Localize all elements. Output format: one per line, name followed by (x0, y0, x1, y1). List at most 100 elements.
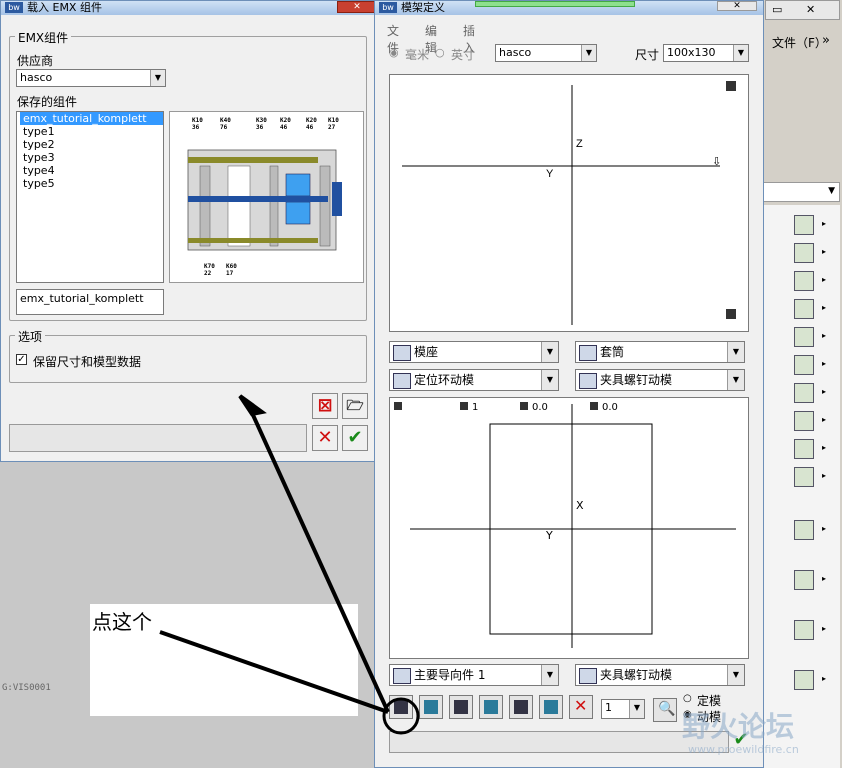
tool-button[interactable] (794, 355, 814, 375)
top-view-canvas[interactable]: Z Y ⇩ (389, 74, 749, 332)
expand-arrow-icon[interactable]: ▸ (822, 471, 826, 480)
mold-supplier-select[interactable]: hasco ▼ (495, 44, 597, 62)
component-select[interactable]: 主要导向件 1 ▼ (389, 664, 559, 686)
component-select[interactable]: 夹具螺钉动模 ▼ (575, 664, 745, 686)
list-button[interactable] (449, 695, 473, 719)
expand-arrow-icon[interactable]: ▸ (822, 674, 826, 683)
watermark: 野火论坛 www.proewildfire.cn (638, 705, 838, 767)
delete-component-button[interactable]: ⊠ (312, 393, 338, 419)
expand-arrow-icon[interactable]: ▸ (822, 524, 826, 533)
window-controls: ▭ ✕ (765, 0, 840, 20)
open-folder-button[interactable]: 🗁 (342, 393, 368, 419)
fixed-half-radio[interactable]: ○ (683, 693, 692, 704)
expand-arrow-icon[interactable]: ▸ (822, 359, 826, 368)
component-icon (393, 668, 411, 684)
component-select-value: 模座 (414, 345, 439, 359)
list-icon (454, 700, 468, 714)
expand-arrow-icon[interactable]: ▸ (822, 219, 826, 228)
file-menu[interactable]: 文件（F） (772, 34, 827, 51)
expand-arrow-icon[interactable]: ▸ (822, 443, 826, 452)
watermark-text: 野火论坛 (682, 710, 795, 743)
emx-titlebar[interactable]: bw 载入 EMX 组件 (1, 1, 381, 15)
preview-label: K60 (226, 263, 237, 270)
grid-button[interactable] (509, 695, 533, 719)
expand-arrow-icon[interactable]: ▸ (822, 574, 826, 583)
arrow-down-icon: ⇩ (712, 155, 721, 168)
size-value: 100x130 (667, 46, 716, 59)
tool-button[interactable] (794, 467, 814, 487)
component-select-value: 夹具螺钉动模 (600, 373, 673, 387)
tool-button[interactable] (794, 271, 814, 291)
stack-button[interactable] (539, 695, 563, 719)
chevron-right-icon[interactable]: » (822, 33, 830, 48)
expand-arrow-icon[interactable]: ▸ (822, 303, 826, 312)
component-name-field[interactable]: emx_tutorial_komplett (16, 289, 164, 315)
tool-button[interactable] (794, 520, 814, 540)
list-item[interactable]: type5 (20, 177, 163, 190)
expand-arrow-icon[interactable]: ▸ (822, 331, 826, 340)
component-select-value: 套筒 (600, 345, 625, 359)
chevron-down-icon: ▼ (727, 342, 744, 362)
tool-button[interactable] (794, 383, 814, 403)
expand-arrow-icon[interactable]: ▸ (822, 275, 826, 284)
mold-supplier-value: hasco (499, 46, 532, 59)
component-icon (579, 668, 597, 684)
supplier-label: 供应商 (17, 54, 54, 68)
supplier-select[interactable]: hasco ▼ (16, 69, 166, 87)
expand-arrow-icon[interactable]: ▸ (822, 387, 826, 396)
preview-label: 46 (280, 124, 288, 131)
tool-button[interactable] (794, 570, 814, 590)
size-select[interactable]: 100x130 ▼ (663, 44, 749, 62)
list-item[interactable]: type4 (20, 164, 163, 177)
tool-button[interactable] (794, 620, 814, 640)
expand-arrow-icon[interactable]: ▸ (822, 247, 826, 256)
tool-button[interactable] (794, 215, 814, 235)
list-item[interactable]: type3 (20, 151, 163, 164)
saved-list[interactable]: emx_tutorial_komplett type1 type2 type3 type… (16, 111, 164, 283)
tool-button[interactable] (794, 327, 814, 347)
supplier-value: hasco (20, 71, 53, 84)
tool-button[interactable] (794, 439, 814, 459)
delete-button[interactable]: ✕ (569, 695, 593, 719)
component-icon (579, 373, 597, 389)
offset-value: 0.0 (532, 402, 548, 413)
angle-icon (590, 402, 598, 410)
tool-button[interactable] (794, 243, 814, 263)
panel-dropdown[interactable]: ▼ (762, 182, 840, 202)
mold-preview-image: K1036K4076K3036K2046K2046K1027 K7022K601… (187, 117, 342, 277)
tool-button[interactable] (794, 670, 814, 690)
plate-button[interactable] (479, 695, 503, 719)
list-item[interactable]: type2 (20, 138, 163, 151)
expand-arrow-icon[interactable]: ▸ (822, 624, 826, 633)
component-select[interactable]: 定位环动模 ▼ (389, 369, 559, 391)
list-item[interactable]: type1 (20, 125, 163, 138)
tool-button[interactable] (794, 411, 814, 431)
y-axis-label: Y (546, 168, 554, 180)
open-file-button[interactable] (389, 695, 413, 719)
close-button[interactable]: ✕ (717, 1, 757, 11)
chevron-down-icon: ▼ (541, 342, 558, 362)
restore-icon[interactable]: ▭ (772, 3, 782, 16)
save-button[interactable] (419, 695, 443, 719)
close-button[interactable]: ✕ (337, 1, 377, 13)
app-icon: bw (5, 2, 23, 13)
side-view-canvas[interactable]: 1 0.0 0.0 X Y (389, 397, 749, 659)
unit-mm-radio[interactable]: ◉ (389, 46, 399, 59)
close-icon[interactable]: ✕ (806, 3, 815, 16)
component-select[interactable]: 模座 ▼ (389, 341, 559, 363)
x-axis-label: X (576, 499, 584, 512)
cancel-button[interactable]: ✕ (312, 425, 338, 451)
ok-button[interactable]: ✔ (342, 425, 368, 451)
unit-inch-radio[interactable]: ○ (435, 46, 445, 59)
emx-dialog: bw 载入 EMX 组件 ✕ EMX组件 供应商 hasco ▼ 保存的组件 em… (0, 0, 382, 462)
chevron-down-icon: ▼ (541, 370, 558, 390)
app-icon: bw (379, 2, 397, 13)
expand-arrow-icon[interactable]: ▸ (822, 415, 826, 424)
preview-label: K30 (256, 117, 267, 124)
component-select[interactable]: 套筒 ▼ (575, 341, 745, 363)
keep-data-checkbox[interactable]: ✓ (16, 354, 27, 365)
tool-button[interactable] (794, 299, 814, 319)
component-select[interactable]: 夹具螺钉动模 ▼ (575, 369, 745, 391)
list-item[interactable]: emx_tutorial_komplett (20, 112, 163, 125)
preview-label: 76 (220, 124, 228, 131)
